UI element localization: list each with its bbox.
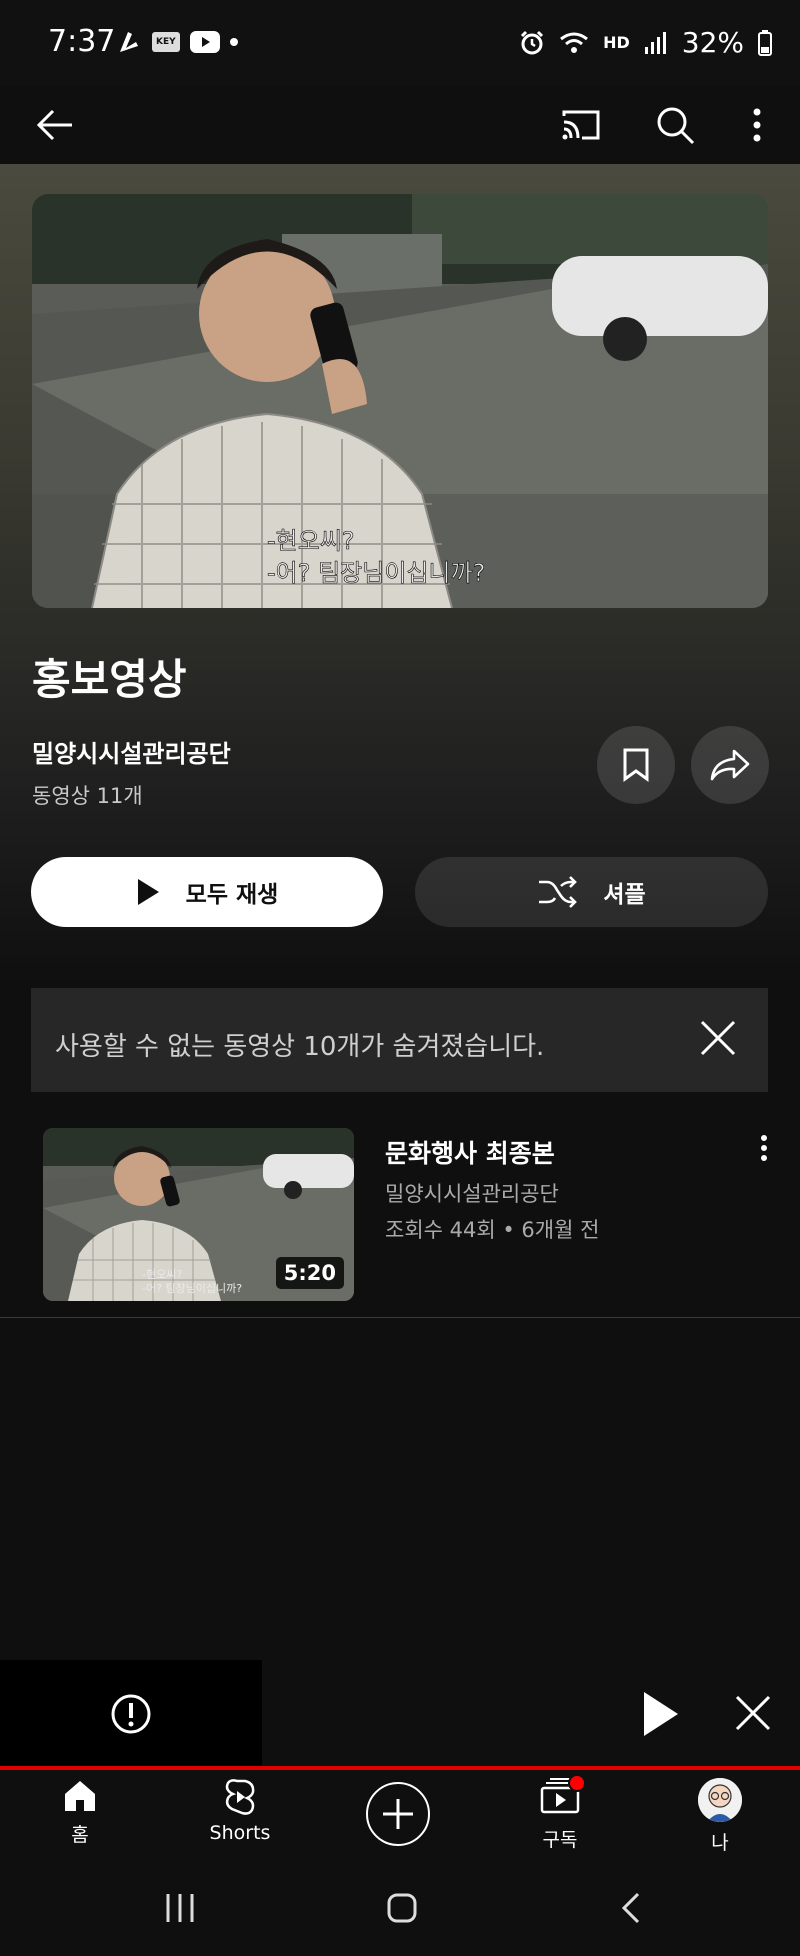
video-channel-name: 밀양시시설관리공단 [385,1182,559,1206]
more-notifications-dot [229,38,238,46]
save-playlist-button[interactable] [597,726,675,804]
system-navigation-bar [0,1866,800,1956]
hero-thumbnail-image: -현오씨? -어? 팀장님이십니까? [32,194,768,608]
hero-caption-line1: -현오씨? [267,527,355,555]
alarm-icon [521,30,544,54]
thumbnail-caption-line2: -어? 팀장님이십니까? [142,1282,242,1295]
search-icon [657,107,695,145]
playlist-hero-thumbnail[interactable]: -현오씨? -어? 팀장님이십니까? [32,194,768,608]
app-notification-icon [120,32,138,52]
nav-subscriptions-label: 구독 [542,1829,578,1851]
back-arrow-icon [36,109,72,141]
play-icon [137,879,159,905]
nav-shorts[interactable]: Shorts [180,1778,300,1844]
bottom-navigation: 홈 Shorts 구독 나 [0,1770,800,1866]
more-options-button[interactable] [732,100,782,150]
shorts-icon [225,1779,255,1815]
mini-player-play-button[interactable] [640,1690,680,1742]
video-thumbnail[interactable]: -현오씨? -어? 팀장님이십니까? 5:20 [43,1128,354,1301]
nav-subscriptions[interactable]: 구독 [500,1774,620,1852]
signal-icon [644,31,666,54]
nav-shorts-label: Shorts [209,1822,271,1844]
mini-player-close-button[interactable] [734,1694,772,1736]
video-duration-badge: 5:20 [275,1257,344,1289]
back-button[interactable] [30,100,80,150]
bookmark-icon [623,748,649,782]
top-app-bar [0,86,800,164]
network-label: HD [603,33,630,52]
system-home-button[interactable] [386,1892,418,1928]
more-vert-icon [753,108,761,142]
system-back-button[interactable] [618,1892,642,1928]
more-vert-icon [761,1135,767,1161]
play-all-label: 모두 재생 [185,882,279,908]
create-button[interactable] [366,1782,430,1846]
mini-player[interactable] [0,1660,800,1768]
alert-icon [111,1694,151,1734]
thumbnail-caption-line1: -현오씨? [142,1268,182,1281]
play-all-button[interactable]: 모두 재생 [31,857,383,927]
status-notification-icons: KEY [116,28,238,56]
battery-icon [758,29,772,56]
key-badge-icon: KEY [152,32,180,52]
playlist-channel-name[interactable]: 밀양시시설관리공단 [32,734,231,769]
playlist-video-item[interactable]: -현오씨? -어? 팀장님이십니까? 5:20 문화행사 최종본 밀양시시설관리… [0,1112,800,1318]
cast-button[interactable] [556,100,606,150]
nav-home-label: 홈 [71,1824,89,1846]
share-playlist-button[interactable] [691,726,769,804]
mini-player-thumbnail[interactable] [0,1660,262,1768]
recents-icon [166,1894,194,1922]
subscriptions-icon-wrap [540,1774,586,1819]
play-icon [644,1692,678,1736]
nav-me[interactable]: 나 [660,1778,780,1855]
subscriptions-notification-dot [568,1774,586,1792]
system-back-icon [621,1892,640,1924]
playlist-video-count: 동영상 11개 [32,784,143,808]
close-icon [700,1020,736,1056]
share-icon [710,749,750,781]
status-time: 7:37 [48,24,116,59]
shuffle-label: 셔플 [603,882,646,908]
dismiss-notice-button[interactable] [698,1018,738,1062]
shuffle-icon [539,876,578,908]
hero-caption-line2: -어? 팀장님이십니까? [267,559,485,587]
cast-icon [562,110,600,140]
wifi-icon [560,32,589,53]
recents-button[interactable] [164,1892,196,1928]
create-icon [383,1799,413,1829]
search-button[interactable] [650,100,700,150]
hidden-videos-notice-text: 사용할 수 없는 동영상 10개가 숨겨졌습니다. [55,1032,545,1062]
status-bar: 7:37 KEY HD 32% [0,0,800,86]
status-right-icons: HD 32% [519,26,772,59]
hidden-videos-notice: 사용할 수 없는 동영상 10개가 숨겨졌습니다. [31,988,768,1092]
nav-me-label: 나 [711,1832,729,1854]
avatar [698,1778,742,1822]
shuffle-button[interactable]: 셔플 [415,857,768,927]
video-title[interactable]: 문화행사 최종본 [385,1134,555,1170]
youtube-notification-icon [189,31,220,53]
system-home-icon [387,1893,417,1923]
video-more-options-button[interactable] [752,1132,776,1172]
nav-home[interactable]: 홈 [20,1778,140,1847]
battery-percent: 32% [681,26,744,59]
video-meta: 조회수 44회 • 6개월 전 [385,1218,600,1242]
close-icon [735,1695,771,1731]
home-icon [65,1781,95,1811]
playlist-title: 홍보영상 [32,655,187,704]
